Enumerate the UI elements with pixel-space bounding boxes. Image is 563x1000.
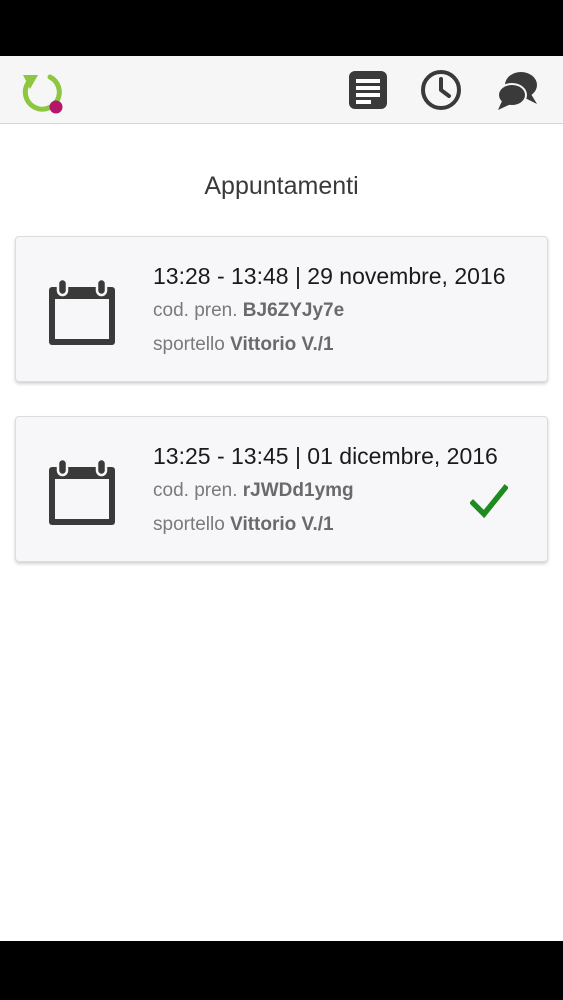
counter-label: sportello	[153, 514, 225, 535]
booking-code-line: cod. pren. BJ6ZYJy7e	[153, 300, 344, 322]
counter-name: Vittorio V./1	[230, 514, 334, 535]
counter-line: sportello Vittorio V./1	[153, 334, 334, 356]
status-bar	[0, 0, 563, 56]
calendar-icon	[46, 457, 118, 529]
chat-icon[interactable]	[495, 68, 539, 112]
page-title: Appuntamenti	[204, 172, 359, 200]
app-header	[0, 56, 563, 124]
calendar-icon	[46, 277, 118, 349]
booking-code: BJ6ZYJy7e	[242, 300, 345, 321]
list-icon[interactable]	[346, 68, 390, 112]
counter-name: Vittorio V./1	[230, 334, 334, 355]
booking-code-label: cod. pren.	[153, 480, 238, 501]
booking-code: rJWDd1ymg	[242, 480, 354, 501]
appointment-card[interactable]: 13:25 - 13:45 | 01 dicembre, 2016 cod. p…	[15, 416, 548, 562]
clock-icon[interactable]	[419, 68, 463, 112]
navigation-bar	[0, 941, 563, 1000]
refresh-logo-icon	[22, 74, 63, 114]
appointment-time: 13:28 - 13:48 | 29 novembre, 2016	[153, 263, 506, 289]
counter-label: sportello	[153, 334, 225, 355]
appointment-card[interactable]: 13:28 - 13:48 | 29 novembre, 2016 cod. p…	[15, 236, 548, 382]
app-logo[interactable]	[20, 71, 66, 117]
counter-line: sportello Vittorio V./1	[153, 514, 334, 536]
booking-code-line: cod. pren. rJWDd1ymg	[153, 480, 354, 502]
booking-code-label: cod. pren.	[153, 300, 238, 321]
appointment-time: 13:25 - 13:45 | 01 dicembre, 2016	[153, 443, 498, 469]
checkmark-icon	[470, 483, 508, 521]
